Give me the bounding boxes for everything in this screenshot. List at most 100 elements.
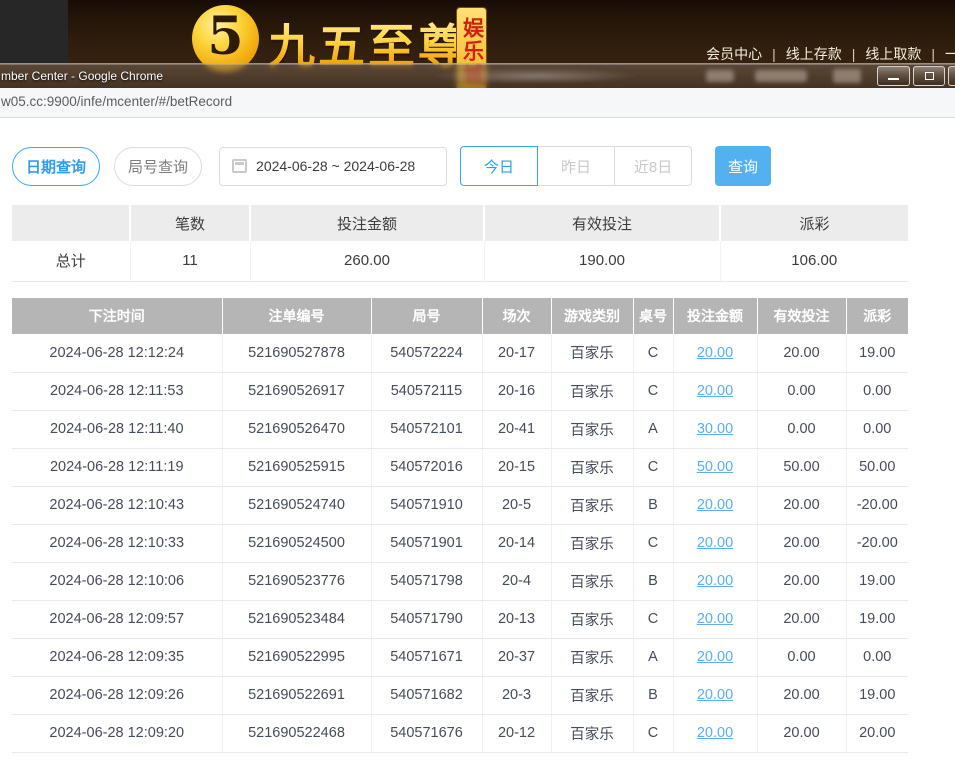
record-row: 2024-06-28 12:10:33521690524500540571901… <box>12 524 908 562</box>
header-game-type: 游戏类别 <box>551 298 633 334</box>
minimize-icon <box>888 78 899 80</box>
bet-amount-link[interactable]: 20.00 <box>697 611 733 627</box>
record-row: 2024-06-28 12:09:26521690522691540571682… <box>12 676 908 714</box>
payout-cell: -20.00 <box>846 524 908 562</box>
blurred-info-block <box>755 70 807 82</box>
date-query-tab[interactable]: 日期查询 <box>12 147 100 186</box>
round-id-cell: 540571901 <box>371 524 482 562</box>
header-valid-bet: 有效投注 <box>757 298 846 334</box>
nav-link[interactable]: 会员中心 <box>706 44 762 64</box>
close-button[interactable]: × <box>948 66 955 86</box>
bet-id-cell: 521690526917 <box>222 372 371 410</box>
bet-id-cell: 521690524500 <box>222 524 371 562</box>
bet-amount-cell: 20.00 <box>673 562 757 600</box>
record-row: 2024-06-28 12:11:53521690526917540572115… <box>12 372 908 410</box>
round-id-cell: 540572115 <box>371 372 482 410</box>
table-no-cell: A <box>633 410 673 448</box>
valid-bet-cell: 20.00 <box>757 486 846 524</box>
table-no-cell: B <box>633 676 673 714</box>
round-id-cell: 540571682 <box>371 676 482 714</box>
bet-amount-link[interactable]: 20.00 <box>697 725 733 741</box>
header-payout: 派彩 <box>846 298 908 334</box>
summary-header-count: 笔数 <box>130 205 250 241</box>
bet-amount-link[interactable]: 20.00 <box>697 687 733 703</box>
bet-amount-link[interactable]: 20.00 <box>697 649 733 665</box>
bet-amount-link[interactable]: 20.00 <box>697 383 733 399</box>
minimize-button[interactable] <box>877 66 910 86</box>
payout-cell: 0.00 <box>846 372 908 410</box>
round-id-cell: 540572224 <box>371 334 482 372</box>
records-header-row: 下注时间 注单编号 局号 场次 游戏类别 桌号 投注金额 有效投注 派彩 <box>12 298 908 334</box>
address-bar[interactable]: w05.cc:9900/infe/mcenter/#/betRecord <box>0 88 955 118</box>
round-id-cell: 540571676 <box>371 714 482 752</box>
header-bet-id: 注单编号 <box>222 298 371 334</box>
bet-id-cell: 521690527878 <box>222 334 371 372</box>
round-query-tab[interactable]: 局号查询 <box>114 147 202 186</box>
nav-link[interactable]: 线上取款 <box>865 44 921 64</box>
payout-cell: 20.00 <box>846 714 908 752</box>
valid-bet-cell: 20.00 <box>757 334 846 372</box>
session-cell: 20-14 <box>482 524 551 562</box>
game-type-cell: 百家乐 <box>551 600 633 638</box>
bet-amount-cell: 20.00 <box>673 638 757 676</box>
summary-total-label: 总计 <box>12 241 130 281</box>
date-range-input[interactable]: 2024-06-28 ~ 2024-06-28 <box>219 147 447 186</box>
game-type-cell: 百家乐 <box>551 714 633 752</box>
bet-amount-link[interactable]: 20.00 <box>697 573 733 589</box>
table-no-cell: A <box>633 638 673 676</box>
record-row: 2024-06-28 12:09:35521690522995540571671… <box>12 638 908 676</box>
bet-amount-link[interactable]: 20.00 <box>697 345 733 361</box>
nav-separator: | <box>852 46 856 62</box>
record-row: 2024-06-28 12:11:40521690526470540572101… <box>12 410 908 448</box>
round-id-cell: 540571798 <box>371 562 482 600</box>
bet-id-cell: 521690522691 <box>222 676 371 714</box>
valid-bet-cell: 20.00 <box>757 562 846 600</box>
last8days-button[interactable]: 近8日 <box>614 146 692 186</box>
summary-header-bet-amount: 投注金额 <box>250 205 484 241</box>
table-no-cell: C <box>633 334 673 372</box>
bet-amount-link[interactable]: 30.00 <box>697 421 733 437</box>
bet-time-cell: 2024-06-28 12:10:43 <box>12 486 222 524</box>
bet-time-cell: 2024-06-28 12:09:57 <box>12 600 222 638</box>
bet-amount-link[interactable]: 20.00 <box>697 535 733 551</box>
session-cell: 20-5 <box>482 486 551 524</box>
bet-id-cell: 521690525915 <box>222 448 371 486</box>
table-no-cell: C <box>633 524 673 562</box>
summary-total-count: 11 <box>130 241 250 281</box>
today-button[interactable]: 今日 <box>460 146 538 186</box>
round-id-cell: 540571790 <box>371 600 482 638</box>
quick-range-group: 今日 昨日 近8日 <box>460 146 692 186</box>
bet-id-cell: 521690526470 <box>222 410 371 448</box>
nav-link[interactable]: 线上存款 <box>786 44 842 64</box>
bet-time-cell: 2024-06-28 12:10:33 <box>12 524 222 562</box>
date-range-value: 2024-06-28 ~ 2024-06-28 <box>256 158 415 174</box>
window-titlebar[interactable]: mber Center - Google Chrome × <box>0 63 955 88</box>
yesterday-button[interactable]: 昨日 <box>537 146 615 186</box>
search-button[interactable]: 查询 <box>715 146 771 186</box>
nav-link[interactable]: 一键回收 <box>945 44 955 64</box>
valid-bet-cell: 20.00 <box>757 676 846 714</box>
bet-amount-cell: 50.00 <box>673 448 757 486</box>
bet-amount-link[interactable]: 20.00 <box>697 497 733 513</box>
bet-time-cell: 2024-06-28 12:11:53 <box>12 372 222 410</box>
bet-amount-cell: 20.00 <box>673 676 757 714</box>
table-no-cell: C <box>633 600 673 638</box>
bet-amount-cell: 20.00 <box>673 372 757 410</box>
summary-header-valid-bet: 有效投注 <box>484 205 720 241</box>
game-type-cell: 百家乐 <box>551 676 633 714</box>
table-no-cell: C <box>633 372 673 410</box>
bet-id-cell: 521690523776 <box>222 562 371 600</box>
bet-time-cell: 2024-06-28 12:12:24 <box>12 334 222 372</box>
session-cell: 20-41 <box>482 410 551 448</box>
screen: 5 九五至尊 娱乐城 会员中心|线上存款|线上取款|一键回收 mber Cent… <box>0 0 955 769</box>
game-type-cell: 百家乐 <box>551 448 633 486</box>
bet-amount-cell: 20.00 <box>673 486 757 524</box>
summary-header-blank <box>12 205 130 241</box>
bet-amount-link[interactable]: 50.00 <box>697 459 733 475</box>
session-cell: 20-3 <box>482 676 551 714</box>
bet-amount-cell: 30.00 <box>673 410 757 448</box>
maximize-button[interactable] <box>913 66 945 86</box>
header-bet-time: 下注时间 <box>12 298 222 334</box>
payout-cell: 19.00 <box>846 600 908 638</box>
header-session: 场次 <box>482 298 551 334</box>
